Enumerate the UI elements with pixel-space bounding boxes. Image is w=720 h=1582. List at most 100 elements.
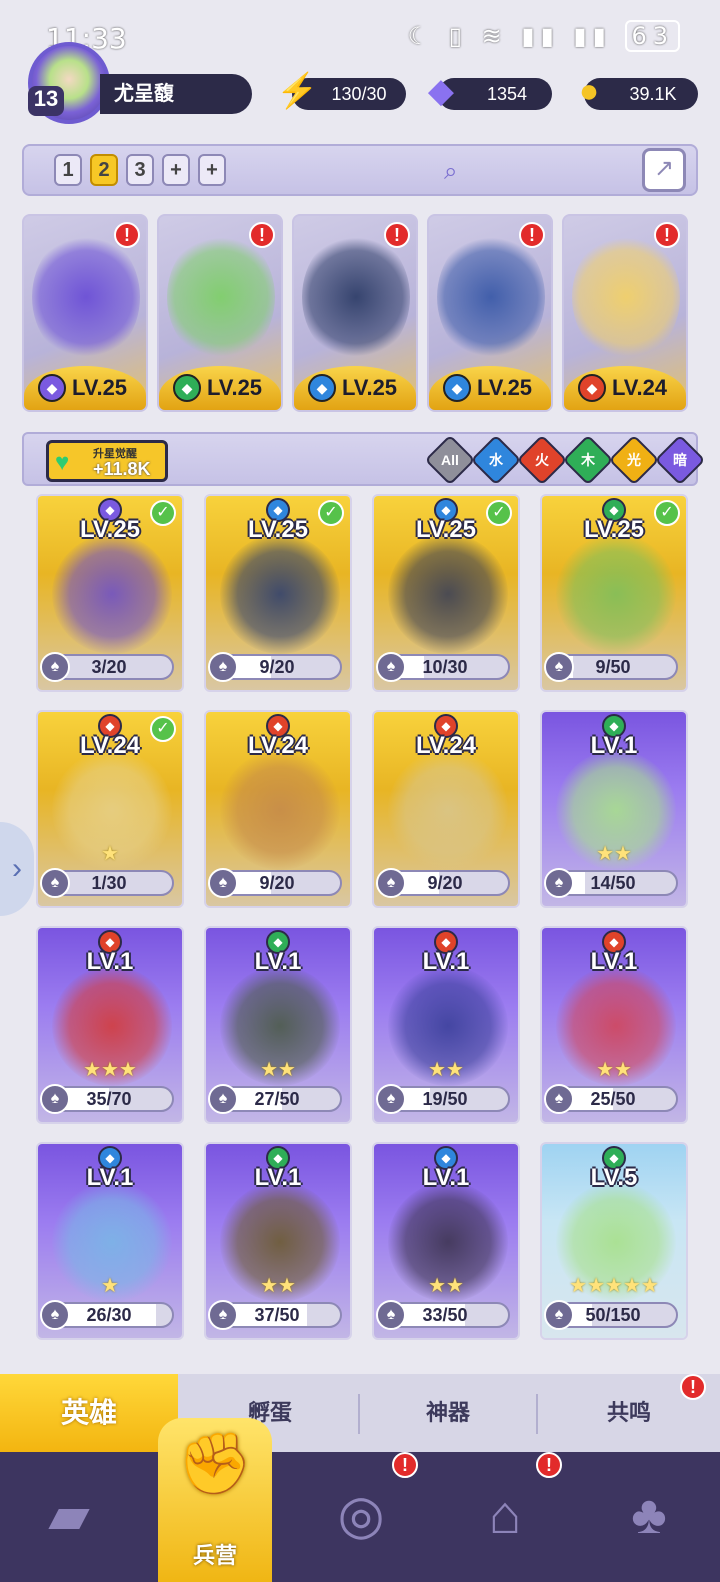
hero-level: LV.1 [422,1164,470,1191]
energy-value: 130/30 [331,84,387,104]
team-hero-card[interactable]: LV.25 ◆! [292,214,418,412]
barracks-fist-icon: ✊ [177,1430,253,1497]
filter-element-button[interactable]: All [424,434,476,486]
awaken-value: +11.8K [93,459,151,479]
share-icon[interactable]: ↗ [642,148,686,192]
star-rating: ★ [101,843,119,865]
element-water-icon: ◆ [443,374,471,402]
team-tab-2[interactable]: 2 [90,154,118,186]
tab-heroes[interactable]: 英雄 [0,1374,178,1452]
filter-element-button[interactable]: 光 [608,434,660,486]
guild-nav-icon[interactable]: ♣ [604,1470,694,1560]
hero-card[interactable]: ◆ LV.1 ★★ 14/50 ♠ [540,710,688,908]
alert-badge: ! [654,222,680,248]
shard-icon: ♠ [208,652,238,682]
hero-portrait [388,750,508,870]
star-rating: ★★★ [83,1059,137,1081]
hero-filter-bar: ♥ 升星觉醒 +11.8K All 水 火 木 光 暗 [22,432,706,486]
bottom-category-tabs: 英雄 孵蛋 神器 共鸣 ! [0,1374,720,1452]
hero-card[interactable]: ◆ LV.1 ★★ 19/50 ♠ [372,926,520,1124]
status-bar: 11:33 ☾ ▯ ≋ ▮▮ ▮▮ 63 [0,0,720,70]
hero-card[interactable]: ◆ LV.25 3/20 ♠ ✓ [36,494,184,692]
team-hero-card[interactable]: LV.25 ◆! [427,214,553,412]
filter-element-button[interactable]: 木 [562,434,614,486]
zoom-search-icon[interactable]: ⌕ [444,158,457,186]
team-tab-add-1[interactable]: + [162,154,190,186]
cards-nav-icon[interactable]: ▰ [24,1470,114,1560]
hero-card[interactable]: ◆ LV.25 9/50 ♠ ✓ [540,494,688,692]
ready-check-icon: ✓ [150,500,176,526]
bottom-nav: ▰ ◎ ! ⌂ ! ♣ [0,1452,720,1582]
hero-level: LV.24 [247,732,309,759]
summon-book-nav-icon[interactable]: ◎ [316,1470,406,1560]
filter-label: 火 [535,452,549,468]
team-hero-card[interactable]: LV.25 ◆! [157,214,283,412]
hero-level: LV.1 [254,948,302,975]
side-expand-arrow-icon[interactable]: › [0,822,34,916]
resonance-alert-badge: ! [680,1374,706,1400]
shard-icon: ♠ [40,1084,70,1114]
star-rating: ★★★★★ [569,1275,659,1297]
star-rating: ★★ [260,1059,296,1081]
hero-card[interactable]: ◆ LV.24 9/20 ♠ [204,710,352,908]
tab-artifacts[interactable]: 神器 [360,1374,536,1452]
status-icons: ☾ ▯ ≋ ▮▮ ▮▮ 63 [408,20,680,52]
element-dark-icon: ◆ [38,374,66,402]
star-rating: ★★ [596,843,632,865]
hero-level: LV.1 [254,1164,302,1191]
awaken-bonus-button[interactable]: ♥ 升星觉醒 +11.8K [46,440,168,482]
shard-icon: ♠ [376,1084,406,1114]
shard-icon: ♠ [544,868,574,898]
filter-label: All [441,452,459,468]
hero-portrait [167,232,275,362]
barracks-label: 兵营 [192,1543,237,1568]
hero-card[interactable]: ◆ LV.24 9/20 ♠ [372,710,520,908]
hero-card[interactable]: ◆ LV.25 9/20 ♠ ✓ [204,494,352,692]
hero-portrait [388,534,508,654]
shrine-alert-badge: ! [536,1452,562,1478]
hero-card[interactable]: ◆ LV.5 ★★★★★ 50/150 ♠ [540,1142,688,1340]
team-tab-1[interactable]: 1 [54,154,82,186]
heart-icon: ♥ [55,449,70,476]
hero-card[interactable]: ◆ LV.1 ★★ 25/50 ♠ [540,926,688,1124]
filter-element-button[interactable]: 暗 [654,434,706,486]
filter-element-button[interactable]: 水 [470,434,522,486]
filter-element-button[interactable]: 火 [516,434,568,486]
shard-icon: ♠ [376,1300,406,1330]
hero-card[interactable]: ◆ LV.25 10/30 ♠ ✓ [372,494,520,692]
team-hero-card[interactable]: LV.25 ◆! [22,214,148,412]
hero-level: LV.5 [590,1164,638,1191]
shrine-nav-icon[interactable]: ⌂ [460,1470,550,1560]
filter-label: 水 [489,452,503,468]
hero-card[interactable]: ◆ LV.1 ★★★ 35/70 ♠ [36,926,184,1124]
barracks-nav-button[interactable]: ✊ 兵营 [158,1418,272,1582]
element-fire-icon: ◆ [578,374,606,402]
ready-check-icon: ✓ [150,716,176,742]
ready-check-icon: ✓ [318,500,344,526]
shard-icon: ♠ [544,652,574,682]
team-tab-3[interactable]: 3 [126,154,154,186]
gem-icon: ◆ [427,72,455,110]
player-level: 13 [28,86,64,116]
shard-icon: ♠ [40,652,70,682]
shard-icon: ♠ [544,1084,574,1114]
hero-card[interactable]: ◆ LV.1 ★★ 33/50 ♠ [372,1142,520,1340]
shard-icon: ♠ [376,652,406,682]
hero-card[interactable]: ◆ LV.24 ★ 1/30 ♠ ✓ [36,710,184,908]
shard-icon: ♠ [208,868,238,898]
star-rating: ★★ [596,1059,632,1081]
gold-value: 39.1K [629,84,677,104]
filter-label: 暗 [673,452,687,468]
star-rating: ★★ [428,1275,464,1297]
hero-portrait [32,232,140,362]
hero-card[interactable]: ◆ LV.1 ★ 26/30 ♠ [36,1142,184,1340]
team-tab-add-2[interactable]: + [198,154,226,186]
team-hero-card[interactable]: LV.24 ◆! [562,214,688,412]
gold-coin-icon: ● [578,72,600,110]
hero-card[interactable]: ◆ LV.1 ★★ 37/50 ♠ [204,1142,352,1340]
shard-icon: ♠ [40,1300,70,1330]
hero-portrait [52,534,172,654]
hero-portrait [220,534,340,654]
hero-card[interactable]: ◆ LV.1 ★★ 27/50 ♠ [204,926,352,1124]
ready-check-icon: ✓ [486,500,512,526]
